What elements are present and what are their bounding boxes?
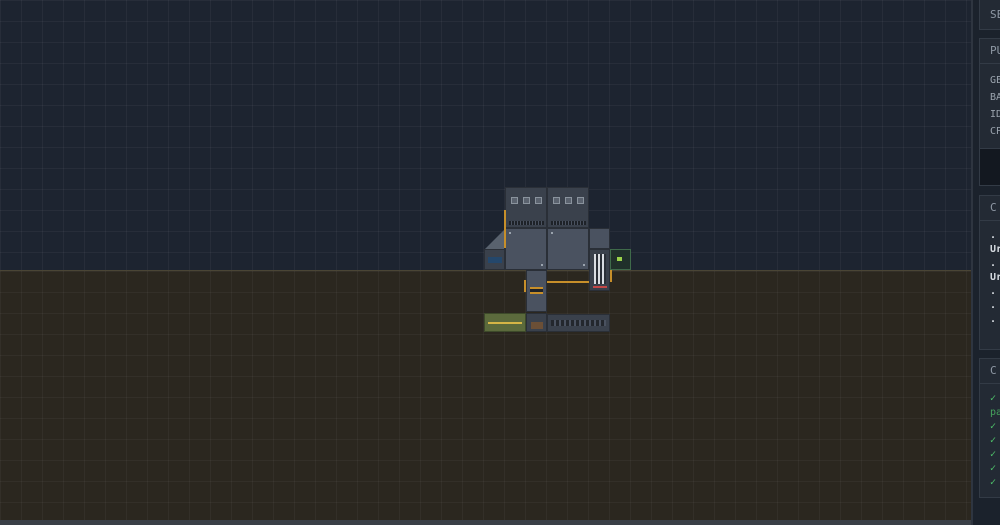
core-module-right[interactable] (547, 228, 589, 270)
window (535, 197, 542, 204)
cell-bars (594, 254, 606, 284)
terminal-led (617, 257, 622, 261)
card-settings[interactable]: SE (979, 0, 1000, 30)
log-row: . (990, 230, 997, 241)
ramp-wedge (485, 230, 504, 249)
storage-crate (531, 322, 543, 329)
cell-indicator (593, 286, 607, 288)
corner-block[interactable] (589, 228, 610, 249)
card-log-title: C (980, 196, 1000, 221)
card-checks-title: C (980, 359, 1000, 384)
game-viewport[interactable] (0, 0, 971, 520)
check-row: ✓ (990, 449, 997, 460)
log-row: . (990, 286, 997, 297)
conveyor-module[interactable] (547, 314, 610, 332)
roof-module-right[interactable] (547, 187, 589, 228)
check-row: ✓ (990, 477, 997, 488)
pipe-short (524, 280, 526, 292)
stat-row: ID (990, 109, 1000, 120)
card-settings-title: SE (990, 8, 1000, 21)
terminal-box[interactable] (610, 249, 631, 270)
check-row: ✓ (990, 421, 997, 432)
small-console[interactable] (484, 249, 505, 270)
check-row: ✓ (990, 393, 997, 404)
check-row: pa (990, 407, 1000, 418)
rivet (551, 232, 553, 234)
console-screen (488, 257, 502, 263)
battery-cell[interactable] (589, 249, 610, 291)
window (553, 197, 560, 204)
log-row: . (990, 314, 997, 325)
check-row: ✓ (990, 435, 997, 446)
window (565, 197, 572, 204)
pipe-right (610, 270, 612, 282)
card-stats[interactable]: PU GE BA ID CP (979, 38, 1000, 186)
card-checks[interactable]: C ✓ pa ✓ ✓ ✓ ✓ ✓ (979, 358, 1000, 498)
side-panel: SE PU GE BA ID CP C . Ur . Ur . . . C ✓ … (973, 0, 1000, 525)
ground-grid (0, 270, 971, 520)
card-log[interactable]: C . Ur . Ur . . . (979, 195, 1000, 350)
storage-module[interactable] (526, 313, 547, 332)
roof-module-left[interactable] (505, 187, 547, 228)
card-stats-title: PU (980, 39, 1000, 64)
window (523, 197, 530, 204)
log-row: Ur (990, 272, 1000, 283)
log-row: Ur (990, 244, 1000, 255)
stat-row: BA (990, 92, 1000, 103)
vent (509, 221, 544, 225)
pipe-vertical (504, 210, 506, 248)
rivet (509, 232, 511, 234)
farm-strip (488, 322, 522, 324)
rivet (583, 264, 585, 266)
rivet (541, 264, 543, 266)
stat-row: CP (990, 126, 1000, 137)
log-row: . (990, 258, 997, 269)
window (511, 197, 518, 204)
conveyor-belt (551, 320, 606, 326)
check-row: ✓ (990, 463, 997, 474)
core-module-left[interactable] (505, 228, 547, 270)
stat-row: GE (990, 75, 1000, 86)
pipe-horizontal (547, 281, 589, 283)
farm-module[interactable] (484, 313, 526, 332)
shaft-hatch (530, 287, 543, 294)
window (577, 197, 584, 204)
vent (551, 221, 586, 225)
status-strip (0, 520, 971, 525)
log-row: . (990, 300, 997, 311)
shaft-module[interactable] (526, 270, 547, 312)
stats-footer-box (980, 148, 1000, 185)
